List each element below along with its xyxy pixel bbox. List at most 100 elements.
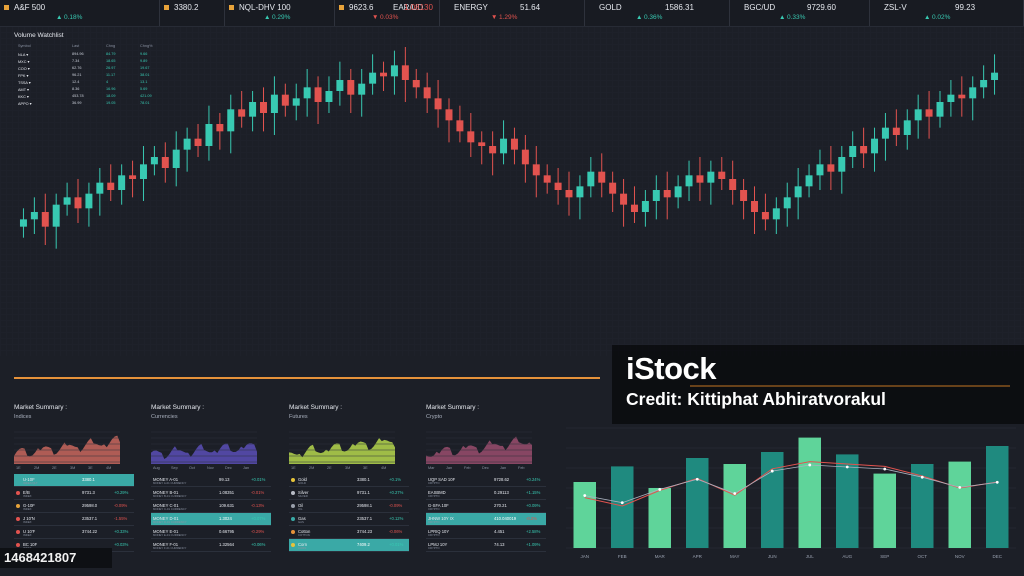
x-tick-label: JUL [806,554,814,559]
panel-x-tick: 2M [309,466,315,470]
candle [849,131,857,168]
row-dot-icon [291,491,295,495]
panel-area-chart [151,431,257,464]
ticker-change: 0.03% [380,14,399,21]
candle [161,142,169,183]
row-change: -0.09% [114,503,128,508]
line-point [770,469,774,473]
candle [249,91,257,132]
row-sub: CRYPTO [428,507,440,511]
row-change: +0.09% [526,503,541,508]
row-value: 3744.23 [357,529,373,534]
row-dot-icon [16,517,20,521]
candle [620,179,628,227]
candle [827,146,835,190]
candle [609,171,617,212]
panel-row: EASBMD CRYPTO 0.29113 +1.15% [426,487,546,500]
ticker-item: 3380.2 [160,0,225,26]
candle [816,149,824,190]
row-value: 109.631 [219,503,235,508]
watchlist-cell: 9.89 [140,59,148,63]
row-sub: MONEY D-01 CURRENCY [153,520,187,524]
candle [598,153,606,198]
row-value: 74.13 [494,542,505,547]
ticker-item: 9623.6 EAR/UD 1.08130 ▼ 0.03% [335,0,440,26]
watchlist-cell: NLA ▾ [18,53,29,57]
bar [836,454,859,548]
candle [576,175,584,220]
watchlist-cell: 13.1 [140,80,148,84]
watchlist-row: KKC ▾ 453.78 18.09 421.09 [14,94,160,101]
watchlist-cell: 16.96 [106,87,116,91]
row-change: +0.06% [251,542,266,547]
candle [860,127,868,168]
market-summary-panel: Market Summary : Crypto Mar Jan Feb Dec Jan Feb… [426,404,546,574]
candle [194,124,202,157]
row-sub: INDEX [23,520,32,524]
candle [958,76,966,117]
candle [325,76,333,113]
watchlist-cell: 453.78 [72,94,84,98]
watchlist-cell: KKC ▾ [18,95,29,99]
watchlist-cell: MXC ▾ [18,60,30,64]
candle [281,83,289,117]
ticker-value: 9729.60 [807,3,836,12]
candle [652,175,660,220]
line-point [845,465,849,469]
row-change: +2.58% [526,529,541,534]
panel-title: Market Summary : [289,404,343,411]
watchlist-cell: 19.05 [106,101,116,105]
row-value: 1.3024 [219,516,232,521]
candle [772,197,780,234]
ticker-change: 0.02% [932,14,951,21]
row-value: 0.66795 [219,529,235,534]
line-point [808,463,812,467]
watchlist-cell: 7.34 [72,59,80,63]
candle [172,131,180,187]
ticker-bar: A&F 500 ▲ 0.18% 3380.2 NQL-DHV 100 ▲ 0.29% 9623… [0,0,1024,27]
row-sub: CRYPTO [428,494,440,498]
panel-row: E/B INDEX 9731.3 +0.29% [14,487,134,500]
panel-x-tick: 2E [52,466,57,470]
row-sub: MONEY E-01 CURRENCY [153,533,187,537]
x-tick-label: MAR [655,554,666,559]
panel-x-tick: Oct [189,466,195,470]
ticker-name: A&F 500 [14,3,46,12]
panel-row: UQP SAD 10F CRYPTO 9728.62 +0.24% [426,474,546,487]
ticker-name: BGC/UD [744,3,776,12]
candle [740,179,748,220]
candle [707,160,715,205]
x-tick-label: NOV [955,554,965,559]
ticker-change: 0.33% [787,14,806,21]
x-tick-label: FEB [618,554,627,559]
row-sub: OIL [298,507,303,511]
row-change: -0.13% [251,503,265,508]
row-value: 29598.1 [357,503,373,508]
watchlist-cell: 36.99 [72,101,82,105]
row-change: +0.29% [114,490,129,495]
panel-row: MONEY D-01 MONEY D-01 CURRENCY 1.3024 +0.07… [151,513,271,526]
series-line-2 [584,464,998,504]
candle [630,186,638,223]
row-sub: CRYPTO [428,546,440,550]
watermark-credit: Credit: Kittiphat Abhiratvorakul [626,389,886,409]
row-dot-icon [16,530,20,534]
candle [270,76,278,135]
row-value: 270.21 [494,503,507,508]
watchlist-cell: 11.17 [106,73,116,77]
ticker-value: 51.64 [520,3,541,12]
panel-row: G-SFA 10F CRYPTO 270.21 +0.09% [426,500,546,513]
panel-title: Market Summary : [151,404,205,411]
row-change: -1.55% [114,516,128,521]
panel-x-tick: Jan [500,466,507,470]
candle [925,91,933,139]
ticker-value: 1586.31 [665,3,694,12]
panel-row: Gold GOLD 3380.1 +0.1% [289,474,409,487]
x-tick-label: OCT [918,554,928,559]
candle [30,197,38,234]
row-change: +0.1% [389,477,401,482]
watchlist-cell: COO ▾ [18,67,30,71]
watchlist-cell: 96.21 [72,73,82,77]
row-change: -0.2% [526,516,537,521]
watchlist-row: TSSA ▾ 12.4 4 13.1 [14,80,160,87]
